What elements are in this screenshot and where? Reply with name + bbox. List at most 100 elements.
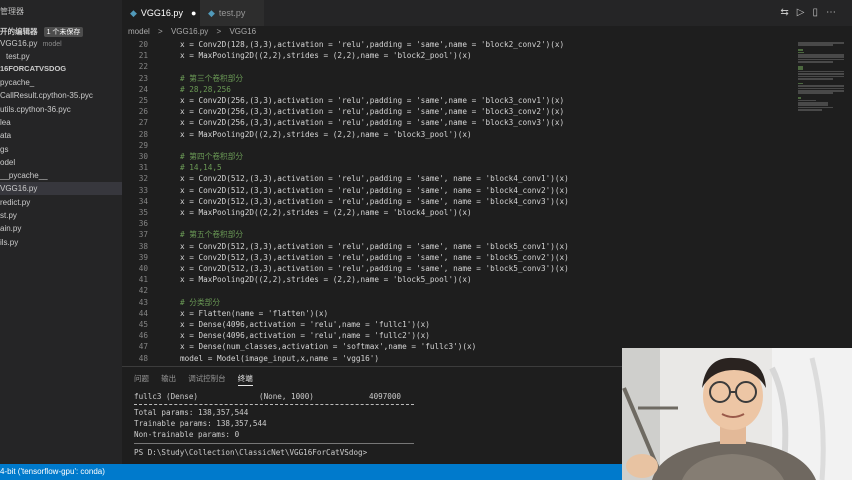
- unsaved-badge: 1 个未保存: [43, 27, 84, 37]
- code-text: x = Conv2D(512,(3,3),activation = 'relu'…: [180, 174, 569, 184]
- minimap[interactable]: [794, 38, 852, 366]
- code-text: x = Conv2D(512,(3,3),activation = 'relu'…: [180, 185, 569, 195]
- code-line[interactable]: 31 # 14,14,5: [122, 162, 222, 173]
- code-line[interactable]: 36: [122, 218, 180, 229]
- open-editors-header[interactable]: 开的编辑器 1 个未保存: [0, 26, 84, 37]
- code-line[interactable]: 43 # 分类部分: [122, 297, 220, 308]
- code-line[interactable]: 40 x = Conv2D(512,(3,3),activation = 'rel…: [122, 263, 569, 274]
- minimap-line: [798, 99, 816, 102]
- line-number: 33: [138, 185, 148, 195]
- code-line[interactable]: 24 # 28,28,256: [122, 84, 231, 95]
- code-line[interactable]: 26 x = Conv2D(256,(3,3),activation = 'rel…: [122, 106, 564, 117]
- project-folder-header[interactable]: 16FORCATVSDOG: [0, 64, 66, 73]
- breadcrumb-separator: >: [158, 27, 163, 36]
- code-text: # 第四个卷积部分: [180, 152, 244, 161]
- code-line[interactable]: 45 x = Dense(4096,activation = 'relu',nam…: [122, 319, 430, 330]
- minimap-line: [798, 42, 844, 44]
- code-editor[interactable]: 20 x = Conv2D(128,(3,3),activation = 'rel…: [122, 38, 794, 366]
- tab-problems[interactable]: 问题: [134, 374, 149, 383]
- minimap-line: [798, 56, 844, 58]
- file-tree-item[interactable]: gs: [0, 143, 122, 156]
- code-line[interactable]: 46 x = Dense(4096,activation = 'relu',nam…: [122, 330, 430, 341]
- line-number: 22: [138, 62, 148, 72]
- code-line[interactable]: 22: [122, 61, 180, 72]
- code-line[interactable]: 32 x = Conv2D(512,(3,3),activation = 'rel…: [122, 173, 569, 184]
- editor-tab-bar: ◆ VGG16.py ● ◆ test.py ⇆▷▯⋯: [122, 0, 852, 26]
- split-editor-icon[interactable]: ⇆: [780, 7, 796, 18]
- code-text: x = Dense(4096,activation = 'relu',name …: [180, 320, 430, 329]
- code-line[interactable]: 48 model = Model(image_input,x,name = 'vg…: [122, 353, 379, 364]
- breadcrumb-file[interactable]: VGG16.py: [171, 27, 208, 36]
- file-tree-item[interactable]: redict.py: [0, 196, 122, 209]
- code-line[interactable]: 28 x = MaxPooling2D((2,2),strides = (2,2)…: [122, 129, 472, 140]
- minimap-line: [798, 51, 805, 54]
- code-text: x = Conv2D(256,(3,3),activation = 'relu'…: [180, 96, 565, 105]
- file-tree-item[interactable]: ata: [0, 129, 122, 142]
- breadcrumb-folder[interactable]: model: [128, 27, 150, 36]
- code-line[interactable]: 33 x = Conv2D(512,(3,3),activation = 'rel…: [122, 185, 569, 196]
- code-text: x = MaxPooling2D((2,2),strides = (2,2),n…: [180, 208, 472, 217]
- tab-vgg16[interactable]: ◆ VGG16.py ●: [122, 0, 200, 26]
- code-text: x = Flatten(name = 'flatten')(x): [180, 308, 329, 318]
- code-line[interactable]: 20 x = Conv2D(128,(3,3),activation = 'rel…: [122, 39, 564, 50]
- tab-terminal[interactable]: 终端: [237, 374, 253, 386]
- file-tree-item[interactable]: utils.cpython-36.pyc: [0, 103, 122, 116]
- file-tree-item[interactable]: ils.py: [0, 236, 122, 249]
- code-line[interactable]: 37 # 第五个卷积部分: [122, 229, 243, 240]
- code-line[interactable]: 38 x = Conv2D(512,(3,3),activation = 'rel…: [122, 241, 569, 252]
- line-number: 24: [138, 84, 148, 94]
- param-count: 4097000: [369, 392, 402, 401]
- file-tree-item[interactable]: VGG16.py: [0, 182, 122, 196]
- line-number: 37: [138, 230, 148, 240]
- minimap-line: [798, 70, 844, 73]
- run-icon[interactable]: ▷: [797, 7, 813, 18]
- file-tree-item[interactable]: st.py: [0, 209, 122, 222]
- minimap-line: [798, 97, 802, 99]
- code-line[interactable]: 21 x = MaxPooling2D((2,2),strides = (2,2)…: [122, 50, 472, 61]
- file-tree-item[interactable]: odel: [0, 156, 122, 169]
- code-line[interactable]: 44 x = Flatten(name = 'flatten')(x): [122, 308, 328, 319]
- code-text: # 第五个卷积部分: [180, 230, 244, 240]
- line-number: 32: [138, 174, 148, 184]
- open-editor-vgg16[interactable]: VGG16.py model: [0, 37, 122, 50]
- tab-debug-console[interactable]: 调试控制台: [188, 374, 226, 383]
- file-tree-item[interactable]: ain.py: [0, 222, 122, 235]
- code-line[interactable]: 35 x = MaxPooling2D((2,2),strides = (2,2)…: [122, 207, 472, 218]
- line-number: 39: [138, 252, 148, 262]
- code-line[interactable]: 23 # 第三个卷积部分: [122, 73, 243, 84]
- file-tree-item[interactable]: lea: [0, 116, 122, 129]
- code-line[interactable]: 41 x = MaxPooling2D((2,2),strides = (2,2)…: [122, 274, 472, 285]
- file-tree-item[interactable]: CallResult.cpython-35.pyc: [0, 89, 122, 102]
- code-line[interactable]: 29: [122, 140, 180, 151]
- code-line[interactable]: 47 x = Dense(num_classes,activation = 'so…: [122, 341, 476, 352]
- minimap-line: [798, 82, 803, 85]
- split-editor-icon[interactable]: ▯: [812, 7, 826, 18]
- tab-test[interactable]: ◆ test.py: [200, 0, 264, 26]
- editor-actions: ⇆▷▯⋯: [780, 7, 844, 18]
- layer-name: fullc3 (Dense): [134, 392, 199, 401]
- file-tree-item[interactable]: __pycache__: [0, 169, 122, 182]
- tab-output[interactable]: 输出: [161, 374, 176, 383]
- code-text: x = MaxPooling2D((2,2),strides = (2,2),n…: [180, 51, 472, 61]
- code-line[interactable]: 27 x = Conv2D(256,(3,3),activation = 'rel…: [122, 117, 564, 128]
- code-text: # 第三个卷积部分: [180, 73, 244, 83]
- explorer-title: 管理器: [0, 7, 24, 16]
- webcam-overlay: [622, 348, 852, 480]
- open-editor-test[interactable]: test.py: [0, 50, 122, 63]
- minimap-line: [798, 61, 833, 63]
- breadcrumb-symbol[interactable]: VGG16: [229, 27, 256, 36]
- summary-divider: [134, 404, 414, 405]
- explorer-sidebar: 管理器 开的编辑器 1 个未保存 VGG16.py model test.py …: [0, 0, 122, 464]
- code-line[interactable]: 30 # 第四个卷积部分: [122, 151, 243, 162]
- more-icon[interactable]: ⋯: [826, 7, 844, 18]
- code-line[interactable]: 39 x = Conv2D(512,(3,3),activation = 'rel…: [122, 252, 569, 263]
- code-line[interactable]: 25 x = Conv2D(256,(3,3),activation = 'rel…: [122, 95, 564, 106]
- code-line[interactable]: 34 x = Conv2D(512,(3,3),activation = 'rel…: [122, 196, 569, 207]
- python-interpreter[interactable]: 4-bit ('tensorflow-gpu': conda): [0, 467, 105, 476]
- code-line[interactable]: 42: [122, 285, 180, 296]
- file-tree-item[interactable]: pycache_: [0, 76, 122, 89]
- code-text: model = Model(image_input,x,name = 'vgg1…: [180, 353, 380, 363]
- line-number: 43: [138, 297, 148, 307]
- minimap-line: [798, 66, 803, 68]
- line-number: 29: [138, 140, 148, 150]
